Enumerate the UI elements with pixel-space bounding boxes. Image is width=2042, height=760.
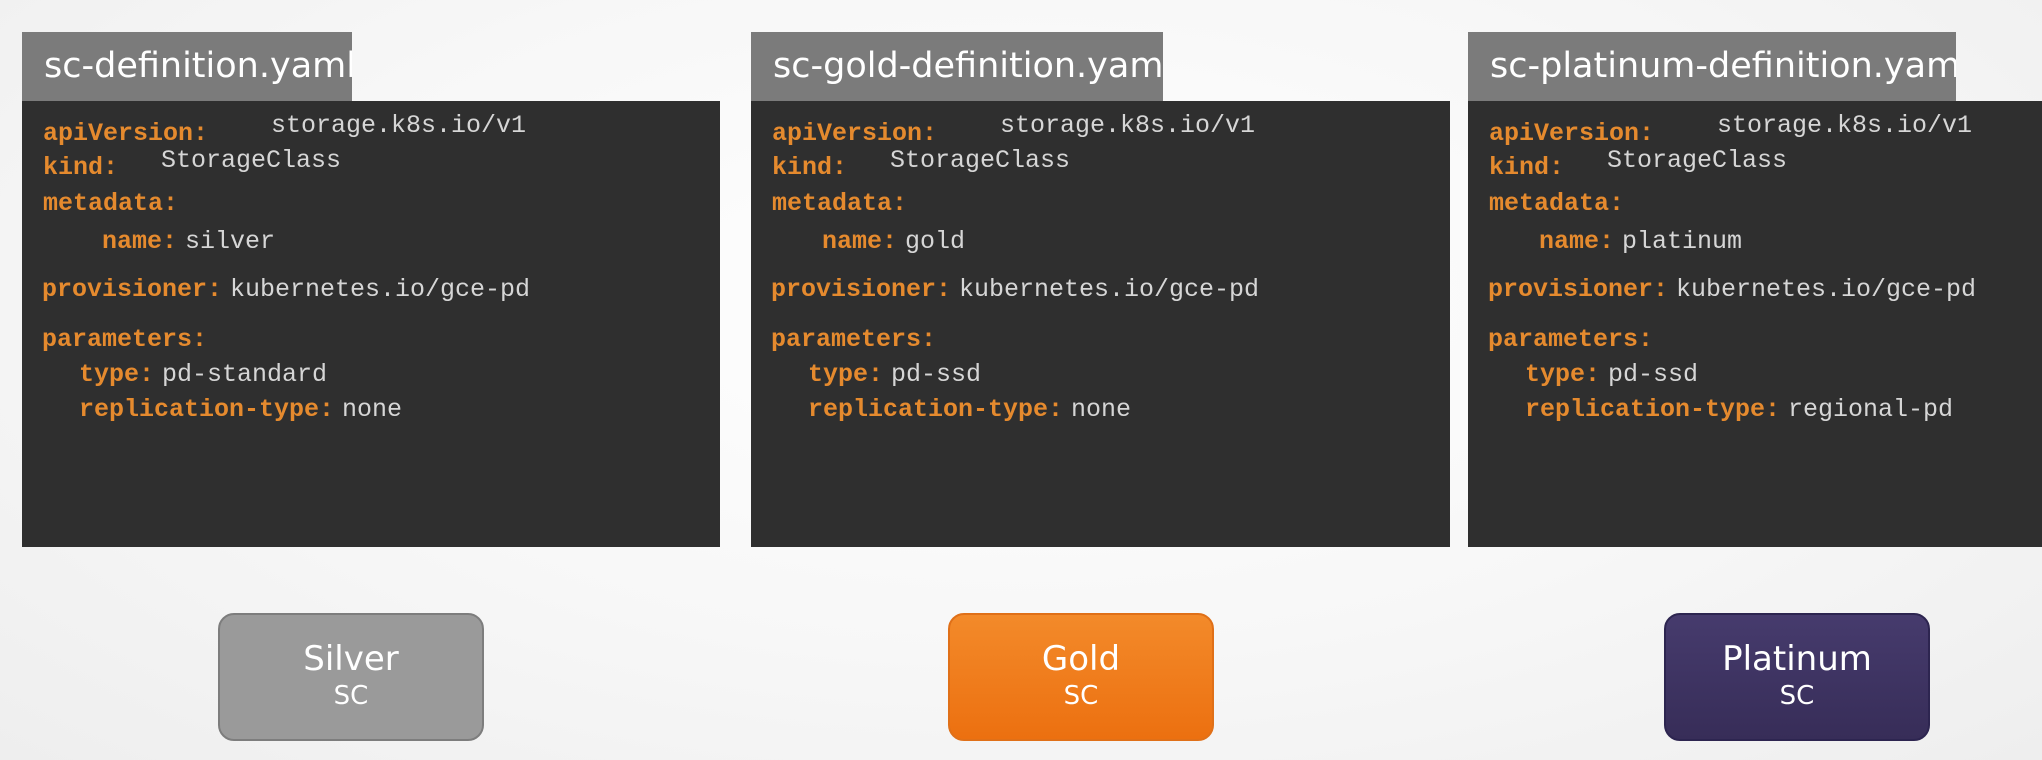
yaml-code-block: apiVersion: storage.k8s.io/v1 kind: Stor… bbox=[1468, 101, 2042, 547]
yaml-value: StorageClass bbox=[161, 146, 342, 175]
yaml-key: metadata: bbox=[1489, 189, 1625, 218]
yaml-key: kind: bbox=[1489, 153, 1565, 182]
badge-name: Gold bbox=[1041, 639, 1121, 679]
yaml-key: name: bbox=[1539, 227, 1615, 256]
platinum-sc-badge: Platinum SC bbox=[1664, 613, 1930, 741]
yaml-code-block: apiVersion: storage.k8s.io/v1 kind: Stor… bbox=[751, 101, 1450, 547]
yaml-key: parameters: bbox=[771, 325, 937, 354]
yaml-key: provisioner: bbox=[42, 275, 223, 304]
yaml-key: metadata: bbox=[43, 189, 179, 218]
yaml-code-block: apiVersion: storage.k8s.io/v1 kind: Stor… bbox=[22, 101, 720, 547]
yaml-panel-gold: sc-gold-definition.yaml apiVersion: stor… bbox=[751, 32, 1450, 547]
yaml-key: type: bbox=[79, 360, 155, 389]
yaml-value: storage.k8s.io/v1 bbox=[1000, 111, 1256, 140]
yaml-key: parameters: bbox=[42, 325, 208, 354]
yaml-key: replication-type: bbox=[1525, 395, 1781, 424]
yaml-value: kubernetes.io/gce-pd bbox=[229, 275, 531, 304]
yaml-value: StorageClass bbox=[1607, 146, 1788, 175]
yaml-value: storage.k8s.io/v1 bbox=[271, 111, 527, 140]
yaml-key: kind: bbox=[43, 153, 119, 182]
yaml-value: StorageClass bbox=[890, 146, 1071, 175]
yaml-value: kubernetes.io/gce-pd bbox=[958, 275, 1260, 304]
filename-tab: sc-definition.yaml bbox=[22, 32, 352, 101]
yaml-key: metadata: bbox=[772, 189, 908, 218]
badge-name: Silver bbox=[303, 639, 399, 679]
yaml-key: provisioner: bbox=[771, 275, 952, 304]
yaml-panel-silver: sc-definition.yaml apiVersion: storage.k… bbox=[22, 32, 720, 547]
yaml-value: pd-ssd bbox=[890, 360, 981, 389]
yaml-value: regional-pd bbox=[1788, 395, 1954, 424]
silver-sc-badge: Silver SC bbox=[218, 613, 484, 741]
yaml-key: type: bbox=[808, 360, 884, 389]
yaml-value: storage.k8s.io/v1 bbox=[1717, 111, 1973, 140]
yaml-value: gold bbox=[904, 227, 965, 256]
badge-sub: SC bbox=[1063, 681, 1099, 711]
filename-tab: sc-platinum-definition.yaml bbox=[1468, 32, 1956, 101]
yaml-value: none bbox=[1071, 395, 1132, 424]
yaml-key: name: bbox=[102, 227, 178, 256]
yaml-value: kubernetes.io/gce-pd bbox=[1675, 275, 1977, 304]
yaml-key: replication-type: bbox=[79, 395, 335, 424]
badge-sub: SC bbox=[333, 681, 369, 711]
yaml-panel-platinum: sc-platinum-definition.yaml apiVersion: … bbox=[1468, 32, 2042, 547]
yaml-key: name: bbox=[822, 227, 898, 256]
yaml-value: pd-ssd bbox=[1607, 360, 1698, 389]
gold-sc-badge: Gold SC bbox=[948, 613, 1214, 741]
yaml-key: replication-type: bbox=[808, 395, 1064, 424]
yaml-value: pd-standard bbox=[161, 360, 327, 389]
yaml-key: type: bbox=[1525, 360, 1601, 389]
yaml-key: provisioner: bbox=[1488, 275, 1669, 304]
filename-tab: sc-gold-definition.yaml bbox=[751, 32, 1163, 101]
yaml-key: kind: bbox=[772, 153, 848, 182]
badge-name: Platinum bbox=[1722, 639, 1872, 679]
badge-sub: SC bbox=[1779, 681, 1815, 711]
yaml-value: silver bbox=[184, 227, 275, 256]
yaml-value: none bbox=[342, 395, 403, 424]
yaml-value: platinum bbox=[1621, 227, 1742, 256]
yaml-key: parameters: bbox=[1488, 325, 1654, 354]
